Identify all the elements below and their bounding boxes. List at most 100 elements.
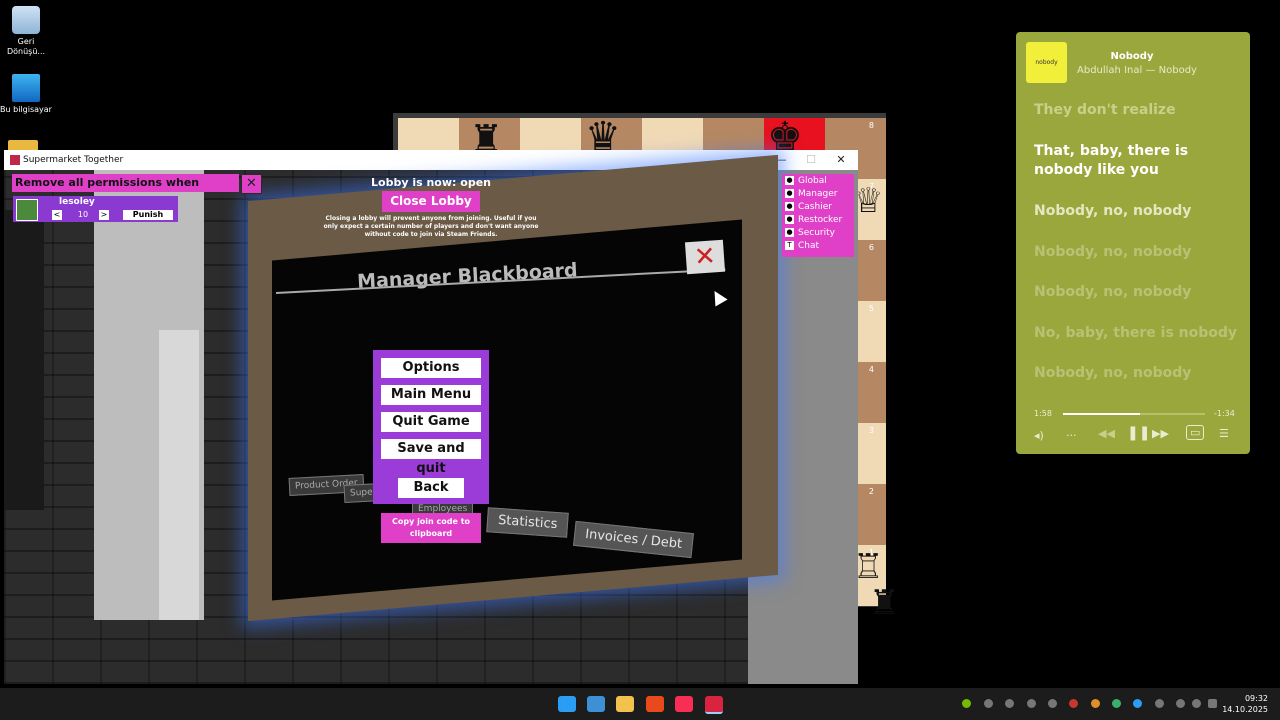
recycle-bin-icon (12, 6, 40, 34)
lobby-status: Lobby is now: open (371, 176, 491, 189)
save-and-quit-button[interactable]: Save and quit (381, 439, 481, 476)
lyric-line-active[interactable]: That, baby, there is nobody like you (1034, 142, 1239, 180)
increment-button[interactable]: > (99, 210, 109, 220)
black-rook-icon[interactable]: ♜ (869, 583, 899, 623)
elapsed-time: 1:58 (1034, 409, 1052, 418)
supermarket-together-icon[interactable] (705, 696, 723, 714)
lyric-line[interactable]: They don't realize (1034, 101, 1239, 120)
battery-icon[interactable] (1208, 699, 1217, 708)
file-explorer-icon[interactable] (616, 696, 634, 712)
app-icon (10, 155, 20, 165)
monitor-icon (12, 74, 40, 102)
album-art[interactable]: nobody (1026, 42, 1067, 83)
decrement-button[interactable]: < (52, 210, 62, 220)
permission-label: Chat (798, 241, 820, 251)
start-icon[interactable] (558, 696, 576, 712)
player-row: lesoley < 10 > Punish (13, 196, 178, 222)
tray-icon[interactable] (1027, 699, 1036, 708)
lyric-line[interactable]: No, baby, there is nobody (1034, 324, 1239, 343)
lobby-note: Closing a lobby will prevent anyone from… (323, 215, 539, 238)
next-icon[interactable]: ▶▶ (1152, 427, 1169, 440)
permission-manager[interactable]: ● Manager (785, 188, 853, 201)
widgets-icon[interactable] (587, 696, 605, 712)
blackboard-close-button[interactable]: ✕ (684, 239, 726, 275)
main-menu-button[interactable]: Main Menu (381, 385, 481, 405)
rank-label: 3 (868, 426, 874, 435)
permission-label: Cashier (798, 202, 832, 212)
permission-global[interactable]: ● Global (785, 175, 853, 188)
tray-icon[interactable] (1069, 699, 1078, 708)
remove-permissions-close-button[interactable]: ✕ (241, 174, 262, 194)
music-app-icon[interactable] (675, 696, 693, 712)
music-widget[interactable]: nobody Nobody Abdullah İnal — Nobody The… (1016, 32, 1250, 454)
pause-menu: Options Main Menu Quit Game Save and qui… (373, 350, 489, 504)
maximize-button[interactable]: ☐ (796, 152, 826, 168)
options-button[interactable]: Options (381, 358, 481, 378)
shelf-pillar (159, 330, 199, 620)
rank-label: 2 (868, 487, 874, 496)
progress-fill (1063, 413, 1140, 415)
permission-label: Manager (798, 189, 838, 199)
back-button[interactable]: Back (398, 478, 464, 498)
network-icon[interactable] (1176, 699, 1185, 708)
lyric-line[interactable]: Nobody, no, nobody (1034, 364, 1239, 383)
player-avatar (16, 199, 38, 221)
rank-label: 5 (868, 304, 874, 313)
lyric-line[interactable]: Nobody, no, nobody (1034, 283, 1239, 302)
permission-label: Global (798, 176, 827, 186)
clock-time[interactable]: 09:32 (1232, 694, 1268, 703)
desktop-icon-label: Geri Dönüşü... (6, 37, 46, 56)
tray-icon[interactable] (1048, 699, 1057, 708)
close-button[interactable]: ✕ (826, 152, 856, 168)
shield-icon: ● (785, 228, 794, 237)
person-icon: ● (785, 189, 794, 198)
box-icon: ● (785, 215, 794, 224)
punish-button[interactable]: Punish (123, 210, 173, 220)
lyrics-icon[interactable]: ▭ (1186, 425, 1205, 440)
permission-security[interactable]: ● Security (785, 227, 853, 240)
microphone-icon[interactable] (1155, 699, 1164, 708)
permission-label: Restocker (798, 215, 843, 225)
rank-label: 6 (868, 243, 874, 252)
lyric-line[interactable]: Nobody, no, nobody (1034, 243, 1239, 262)
lyric-line[interactable]: Nobody, no, nobody (1034, 202, 1239, 221)
tray-icon[interactable] (1091, 699, 1100, 708)
window-title: Supermarket Together (23, 155, 124, 165)
volume-icon[interactable]: ◂) (1034, 429, 1044, 442)
permission-label: Security (798, 228, 835, 238)
track-artist[interactable]: Abdullah İnal — Nobody (1077, 65, 1207, 76)
pause-icon[interactable]: ❚❚ (1127, 425, 1150, 441)
tray-icon[interactable] (984, 699, 993, 708)
tray-icon[interactable] (1112, 699, 1121, 708)
steam-icon[interactable] (1005, 699, 1014, 708)
desktop-icon-this-pc[interactable]: Bu bilgisayar (0, 74, 52, 115)
rank-label: 8 (868, 121, 874, 130)
permission-chat[interactable]: T Chat (785, 240, 853, 253)
permission-restocker[interactable]: ● Restocker (785, 214, 853, 227)
remaining-time: -1:34 (1214, 409, 1235, 418)
more-icon[interactable]: ··· (1066, 429, 1077, 442)
taskbar: 09:32 14.10.2025 (0, 688, 1280, 720)
progress-track[interactable] (1063, 413, 1205, 415)
permissions-list: ● Global ● Manager ● Cashier ● Restocker ● Se… (782, 174, 854, 257)
clock-date[interactable]: 14.10.2025 (1222, 705, 1268, 714)
coin-icon: ● (785, 202, 794, 211)
quit-game-button[interactable]: Quit Game (381, 412, 481, 432)
speaker-icon[interactable] (1192, 699, 1201, 708)
copy-join-code-button[interactable]: Copy join code to clipboard (381, 513, 481, 543)
previous-icon[interactable]: ◀◀ (1098, 427, 1115, 440)
nvidia-icon[interactable] (962, 699, 971, 708)
brave-icon[interactable] (646, 696, 664, 712)
player-name: lesoley (59, 197, 95, 207)
permission-cashier[interactable]: ● Cashier (785, 201, 853, 214)
close-lobby-button[interactable]: Close Lobby (382, 191, 480, 212)
desktop-icon-label: Bu bilgisayar (0, 105, 52, 114)
queue-icon[interactable]: ☰ (1219, 427, 1229, 440)
globe-icon: ● (785, 176, 794, 185)
desktop-icon-recycle-bin[interactable]: Geri Dönüşü... (0, 6, 52, 57)
wall-panel (4, 210, 44, 510)
track-title: Nobody (1110, 51, 1154, 62)
remove-permissions-toggle[interactable]: Remove all permissions when joining (12, 174, 239, 207)
rank-label: 4 (868, 365, 874, 374)
tray-icon[interactable] (1133, 699, 1142, 708)
